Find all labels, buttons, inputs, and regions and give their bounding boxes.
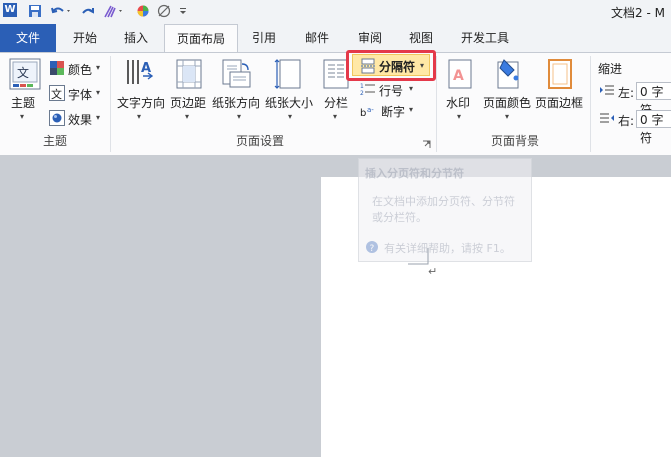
svg-text:2: 2 bbox=[360, 90, 364, 97]
redo-icon[interactable] bbox=[80, 3, 96, 19]
colors-button[interactable]: 颜色 bbox=[68, 61, 92, 78]
group-separator bbox=[110, 56, 111, 152]
breaks-highlight-frame bbox=[346, 50, 436, 81]
theme-group-label: 主题 bbox=[42, 134, 67, 148]
effects-caret-icon[interactable]: ▾ bbox=[96, 113, 100, 122]
colors-caret-icon[interactable]: ▾ bbox=[96, 63, 100, 72]
color-wheel-icon[interactable] bbox=[136, 3, 150, 19]
svg-text:?: ? bbox=[370, 244, 375, 254]
svg-text:文: 文 bbox=[17, 65, 29, 80]
tooltip-help: 有关详细帮助，请按 F1。 bbox=[384, 242, 511, 255]
margins-button[interactable]: 页边距 bbox=[170, 94, 206, 111]
page-color-caret-icon[interactable]: ▾ bbox=[505, 112, 509, 121]
svg-text:A: A bbox=[453, 68, 464, 84]
indent-heading: 缩进 bbox=[598, 62, 623, 76]
tab-home[interactable]: 开始 bbox=[60, 24, 110, 52]
indent-left-label: 左: bbox=[618, 86, 635, 100]
svg-text:文: 文 bbox=[51, 87, 62, 101]
fonts-icon[interactable]: 文 bbox=[49, 85, 65, 101]
line-numbers-icon[interactable]: 12 bbox=[360, 81, 376, 97]
watermark-caret-icon[interactable]: ▾ bbox=[457, 112, 461, 121]
undo-icon[interactable] bbox=[50, 3, 72, 19]
orientation-caret-icon[interactable]: ▾ bbox=[237, 112, 241, 121]
watermark-button[interactable]: 水印 bbox=[446, 94, 470, 111]
tab-file[interactable]: 文件 bbox=[0, 24, 56, 52]
margin-corner-mark bbox=[408, 248, 430, 266]
text-direction-icon[interactable]: A bbox=[124, 56, 156, 88]
fonts-caret-icon[interactable]: ▾ bbox=[96, 88, 100, 97]
indent-left-input[interactable]: 0 字符 bbox=[636, 82, 671, 117]
tab-review[interactable]: 审阅 bbox=[346, 24, 394, 52]
tab-developer[interactable]: 开发工具 bbox=[452, 24, 518, 52]
indent-right-icon bbox=[599, 112, 615, 126]
page-setup-dialog-launcher-icon[interactable] bbox=[422, 138, 431, 148]
title-bar: W 文档2 - M bbox=[0, 0, 671, 25]
theme-icon[interactable]: 文 bbox=[9, 58, 41, 90]
svg-text:1: 1 bbox=[360, 83, 364, 90]
svg-text:a-: a- bbox=[367, 106, 374, 114]
hyphenation-button[interactable]: 断字 bbox=[381, 103, 405, 120]
colors-icon[interactable] bbox=[49, 60, 65, 76]
ribbon-tabs: 文件 开始 插入 页面布局 引用 邮件 审阅 视图 开发工具 bbox=[0, 24, 671, 53]
fonts-button[interactable]: 字体 bbox=[68, 86, 92, 103]
page-color-icon[interactable] bbox=[494, 56, 524, 90]
orientation-button[interactable]: 纸张方向 bbox=[212, 94, 260, 111]
effects-button[interactable]: 效果 bbox=[68, 111, 92, 128]
margins-caret-icon[interactable]: ▾ bbox=[185, 112, 189, 121]
hyphenation-caret-icon[interactable]: ▾ bbox=[409, 105, 413, 114]
tab-insert[interactable]: 插入 bbox=[112, 24, 160, 52]
line-numbers-button[interactable]: 行号 bbox=[379, 82, 403, 99]
tab-mailings[interactable]: 邮件 bbox=[292, 24, 342, 52]
margins-icon[interactable] bbox=[174, 58, 204, 90]
theme-dropdown-caret-icon[interactable]: ▾ bbox=[20, 112, 24, 121]
word-app-icon[interactable]: W bbox=[3, 3, 17, 17]
indent-left-icon bbox=[599, 84, 615, 98]
window-title: 文档2 - M bbox=[611, 6, 665, 20]
size-button[interactable]: 纸张大小 bbox=[265, 94, 313, 111]
size-icon[interactable] bbox=[274, 58, 304, 90]
tab-references[interactable]: 引用 bbox=[240, 24, 288, 52]
text-direction-button[interactable]: 文字方向 bbox=[117, 94, 165, 111]
format-painter-icon[interactable] bbox=[102, 3, 128, 19]
page-borders-icon[interactable] bbox=[546, 58, 574, 90]
tooltip-title: 插入分页符和分节符 bbox=[365, 167, 464, 180]
line-numbers-caret-icon[interactable]: ▾ bbox=[409, 84, 413, 93]
page-background-group-label: 页面背景 bbox=[490, 134, 539, 148]
indent-right-label: 右: bbox=[618, 114, 635, 128]
group-separator bbox=[436, 56, 437, 152]
size-caret-icon[interactable]: ▾ bbox=[288, 112, 292, 121]
tooltip-body: 在文档中添加分页符、分节符或分栏符。 bbox=[372, 195, 515, 224]
save-icon[interactable] bbox=[28, 3, 42, 19]
columns-caret-icon[interactable]: ▾ bbox=[333, 112, 337, 121]
columns-button[interactable]: 分栏 bbox=[324, 94, 348, 111]
hyphenation-icon[interactable]: b a- bbox=[360, 103, 378, 119]
svg-text:b: b bbox=[360, 108, 366, 119]
watermark-icon[interactable]: A bbox=[446, 58, 474, 90]
page-borders-button[interactable]: 页面边框 bbox=[535, 94, 583, 111]
clear-format-icon[interactable] bbox=[156, 3, 172, 19]
orientation-icon[interactable] bbox=[220, 58, 252, 90]
indent-right-input[interactable]: 0 字符 bbox=[636, 110, 671, 145]
group-separator bbox=[590, 56, 591, 152]
paragraph-mark: ↵ bbox=[428, 265, 438, 278]
help-icon: ? bbox=[365, 240, 379, 254]
page-color-button[interactable]: 页面颜色 bbox=[483, 94, 531, 111]
effects-icon[interactable] bbox=[49, 110, 65, 126]
customize-toolbar-icon[interactable] bbox=[176, 3, 190, 19]
theme-button-label[interactable]: 主题 bbox=[11, 94, 35, 111]
text-direction-caret-icon[interactable]: ▾ bbox=[137, 112, 141, 121]
tab-page-layout[interactable]: 页面布局 bbox=[164, 24, 238, 53]
page-setup-group-label: 页面设置 bbox=[235, 134, 284, 148]
tab-view[interactable]: 视图 bbox=[398, 24, 444, 52]
